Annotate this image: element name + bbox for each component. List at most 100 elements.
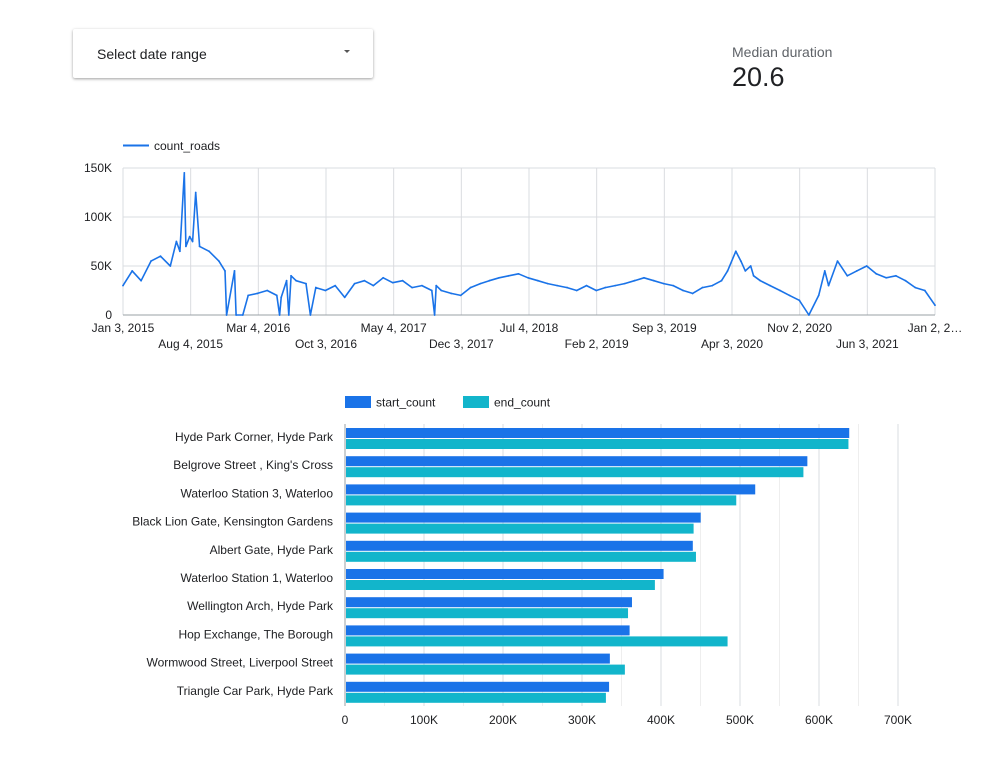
scorecard-value: 20.6 [732,62,785,92]
count-roads-point [169,265,172,267]
count-roads-point [150,260,152,262]
count-roads-point [140,279,143,282]
start-count-bar [346,569,664,579]
count-roads-point [691,292,694,295]
start-count-bar [346,428,850,438]
count-roads-point [421,284,423,287]
count-roads-point [233,270,236,272]
count-roads-point [823,270,826,272]
count-roads-point [280,296,283,299]
count-roads-point [224,270,226,272]
count-roads-point [759,279,762,282]
category-label: Wellington Arch, Hyde Park [187,599,334,613]
x-tick-label: Mar 4, 2016 [226,321,290,335]
count-roads-point [885,276,887,279]
start-count-bar [346,512,701,523]
count-roads-point [585,284,588,287]
count-roads-point [401,279,404,282]
count-roads-point [218,260,220,262]
start-count-bar [346,597,632,608]
x-tick-label: Jan 3, 2015 [92,321,155,335]
end-count-bar [346,523,694,534]
end-count-bar [346,439,849,449]
count-roads-point [875,272,878,275]
count-roads-point [131,270,134,272]
end-count-bar [346,608,629,619]
count-roads-point [440,289,443,292]
count-roads-point [749,265,752,267]
count-roads-point [614,284,616,287]
count-roads-point [720,279,723,282]
x-tick-label: 400K [647,713,675,727]
legend-swatch-start-count [345,396,371,408]
count-roads-point [895,274,897,277]
x-tick-label: 200K [489,713,517,727]
count-roads-point [652,279,655,282]
count-roads-point [382,276,385,279]
end-count-bar [346,636,728,647]
x-tick-label: Jul 4, 2018 [500,321,559,335]
count-roads-point [183,172,186,174]
count-roads-point [643,276,645,279]
end-count-bar [346,580,655,590]
count-roads-point [198,245,201,248]
count-roads-point [855,270,858,272]
x-tick-label: Dec 3, 2017 [429,337,494,351]
count-roads-point [672,284,675,287]
x-tick-label: 0 [342,713,349,727]
count-roads-point [290,274,292,277]
x-tick-label: 500K [726,713,754,727]
category-label: Hyde Park Corner, Hyde Park [175,430,334,444]
x-tick-label: 600K [805,713,833,727]
count-roads-point [175,240,178,243]
date-range-control[interactable]: Select date range [73,29,373,78]
count-roads-point [734,250,737,253]
count-roads-point [711,284,714,287]
count-roads-point [305,282,307,285]
legend-swatch-end-count [463,396,489,408]
count-roads-point [225,314,228,316]
count-roads-point [285,279,288,282]
count-roads-point [527,276,529,279]
count-roads-point [744,270,747,272]
count-roads-point [846,274,849,277]
category-label: Triangle Car Park, Hyde Park [177,684,334,698]
category-label: Wormwood Street, Liverpool Street [146,656,333,670]
count-roads-point [788,294,791,297]
x-tick-label: 700K [884,713,912,727]
count-roads-point [934,304,936,307]
count-roads-point [623,282,626,285]
date-range-label: Select date range [97,46,207,62]
count-roads-point [430,289,433,292]
station-counts-bar-chart: 0 100K 200K 300K 400K 500K 600K 700K Hyde Park C… [132,396,912,728]
count-roads-point [575,289,578,292]
x-tick-label: Jun 3, 2021 [836,337,899,351]
count-roads-point [595,289,598,292]
x-tick-label: Jan 2, 2… [908,321,963,335]
count-roads-point [363,279,366,282]
category-label: Black Lion Gate, Kensington Gardens [132,515,333,529]
count-roads-point [324,289,327,292]
y-tick-label: 50K [91,259,112,273]
count-roads-point [546,282,549,285]
count-roads-point [836,260,839,262]
count-roads-point [433,314,436,316]
category-label: Hop Exchange, The Borough [178,627,333,641]
start-count-bar [346,484,756,495]
count-roads-point [469,286,472,289]
x-tick-label: May 4, 2017 [361,321,427,335]
start-count-bar [346,653,610,664]
count-roads-point [798,299,801,302]
category-label: Albert Gate, Hyde Park [210,543,334,557]
count-roads-point [247,294,250,297]
legend-label-start-count: start_count [376,396,436,410]
count-roads-point [314,286,317,289]
count-roads-point [185,245,187,248]
count-roads-point [498,276,501,279]
x-tick-label: Feb 2, 2019 [565,337,629,351]
count-roads-point [435,284,438,287]
category-label: Waterloo Station 3, Waterloo [180,486,333,500]
count-roads-point [287,314,290,316]
end-count-bar [346,664,625,675]
x-tick-label: Apr 3, 2020 [701,337,763,351]
